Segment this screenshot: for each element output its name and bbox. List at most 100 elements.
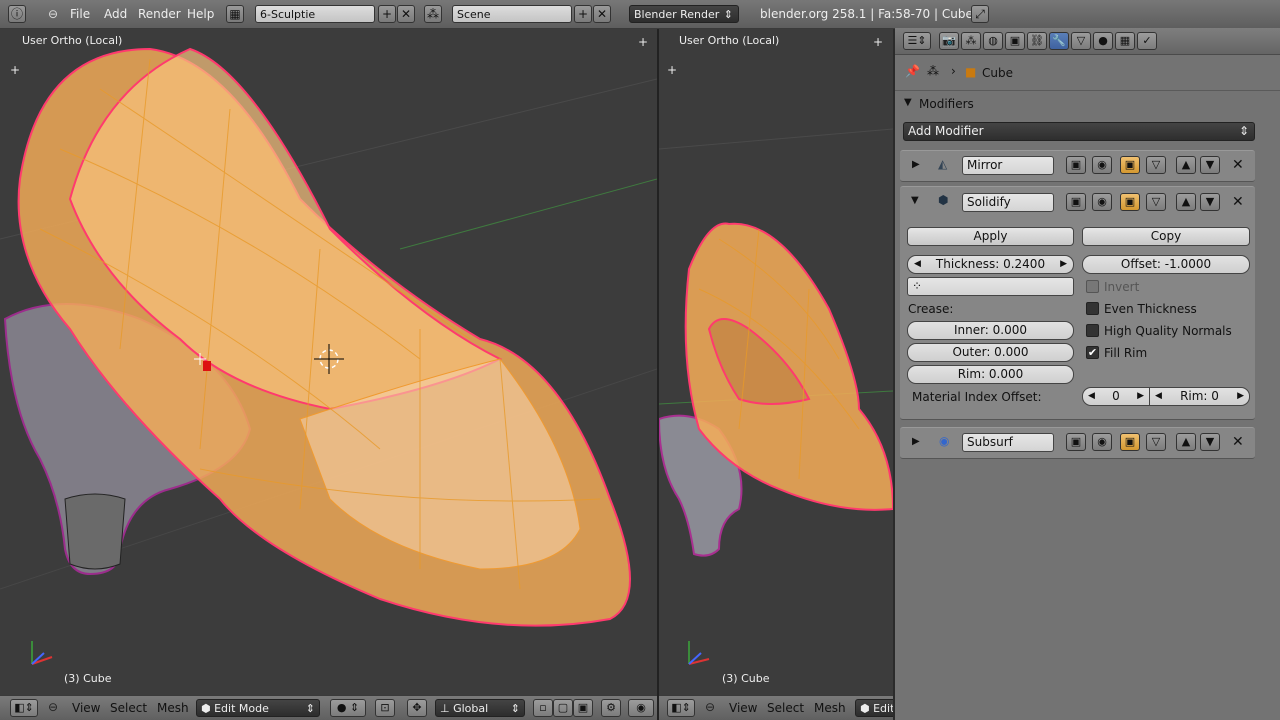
- chevron-right-icon[interactable]: ▶: [1060, 256, 1067, 273]
- viewport-right-canvas[interactable]: [659, 29, 893, 696]
- editor-type-button[interactable]: ◧⇕: [10, 699, 38, 717]
- tab-constraints[interactable]: ⛓: [1027, 32, 1047, 50]
- chevron-left-icon[interactable]: ◀: [914, 256, 921, 273]
- render-toggle[interactable]: ▣: [1066, 433, 1086, 451]
- editor-type-button[interactable]: ⓘ: [8, 5, 26, 23]
- viewport-right[interactable]: User Ortho (Local) + + (3) Cube: [659, 29, 893, 696]
- menu-select[interactable]: Select: [767, 701, 804, 715]
- chevron-left-icon[interactable]: ◀: [1088, 388, 1095, 405]
- move-up-button[interactable]: ▲: [1176, 193, 1196, 211]
- apply-button[interactable]: Apply: [907, 227, 1074, 246]
- material-offset-field[interactable]: ◀ 0 ▶: [1082, 387, 1150, 406]
- thickness-field[interactable]: ◀ Thickness: 0.2400 ▶: [907, 255, 1074, 274]
- crease-outer-field[interactable]: Outer: 0.000: [907, 343, 1074, 362]
- tab-object[interactable]: ▣: [1005, 32, 1025, 50]
- proportional-edit-button[interactable]: ◉: [628, 699, 654, 717]
- viewport-left-plus-icon[interactable]: +: [638, 35, 648, 49]
- pin-icon[interactable]: 📌: [905, 64, 920, 78]
- chevron-right-icon[interactable]: ▶: [1237, 388, 1244, 405]
- editmode-toggle[interactable]: ▣: [1120, 193, 1140, 211]
- tab-physics[interactable]: ✓: [1137, 32, 1157, 50]
- viewport-toggle[interactable]: ◉: [1092, 156, 1112, 174]
- modifier-name-field[interactable]: Solidify: [962, 193, 1054, 212]
- chevron-left-icon[interactable]: ◀: [1155, 388, 1162, 405]
- move-up-button[interactable]: ▲: [1176, 156, 1196, 174]
- screen-layout-field[interactable]: 6-Sculptie: [255, 5, 375, 23]
- render-toggle[interactable]: ▣: [1066, 156, 1086, 174]
- tab-world[interactable]: ◍: [983, 32, 1003, 50]
- viewport-left-canvas[interactable]: [0, 29, 657, 696]
- menu-mesh[interactable]: Mesh: [157, 701, 189, 715]
- mode-select[interactable]: ⬢ Edit: [855, 699, 893, 717]
- shading-select[interactable]: ● ⇕: [330, 699, 366, 717]
- expand-triangle-icon[interactable]: ▶: [912, 159, 920, 170]
- tab-scene[interactable]: ⁂: [961, 32, 981, 50]
- tab-data[interactable]: ▽: [1071, 32, 1091, 50]
- menu-select[interactable]: Select: [110, 701, 147, 715]
- menu-file[interactable]: File: [70, 7, 90, 21]
- remove-modifier-icon[interactable]: ✕: [1232, 194, 1244, 210]
- modifier-name-field[interactable]: Mirror: [962, 156, 1054, 175]
- editmode-toggle[interactable]: ▣: [1120, 433, 1140, 451]
- mode-select[interactable]: ⬢ Edit Mode ⇕: [196, 699, 320, 717]
- menu-view[interactable]: View: [729, 701, 757, 715]
- copy-button[interactable]: Copy: [1082, 227, 1250, 246]
- chevron-right-icon[interactable]: ▶: [1137, 388, 1144, 405]
- viewport-left[interactable]: User Ortho (Local) + + (3) Cube: [0, 29, 657, 696]
- offset-field[interactable]: Offset: -1.0000: [1082, 255, 1250, 274]
- fill-rim-checkbox[interactable]: ✔: [1086, 346, 1099, 359]
- collapse-triangle-icon[interactable]: ▼: [904, 97, 912, 108]
- tab-render[interactable]: 📷: [939, 32, 959, 50]
- crease-inner-field[interactable]: Inner: 0.000: [907, 321, 1074, 340]
- occlude-geometry-button[interactable]: ⚙: [601, 699, 621, 717]
- tab-material[interactable]: ●: [1093, 32, 1113, 50]
- viewport-left-corner-icon[interactable]: +: [10, 63, 20, 77]
- even-thickness-checkbox[interactable]: [1086, 302, 1099, 315]
- move-down-button[interactable]: ▼: [1200, 433, 1220, 451]
- modifiers-section-title[interactable]: Modifiers: [919, 97, 974, 111]
- menu-help[interactable]: Help: [187, 7, 214, 21]
- viewport-toggle[interactable]: ◉: [1092, 193, 1112, 211]
- screen-layout-icon[interactable]: ▦: [226, 5, 244, 23]
- manipulator-toggle[interactable]: ✥: [407, 699, 427, 717]
- cage-toggle[interactable]: ▽: [1146, 193, 1166, 211]
- move-down-button[interactable]: ▼: [1200, 193, 1220, 211]
- tab-modifiers[interactable]: 🔧: [1049, 32, 1069, 50]
- collapse-menu-icon[interactable]: ⊖: [48, 700, 58, 714]
- tab-texture[interactable]: ▦: [1115, 32, 1135, 50]
- menu-add[interactable]: Add: [104, 7, 127, 21]
- remove-screen-button[interactable]: ✕: [397, 5, 415, 23]
- render-engine-select[interactable]: Blender Render ⇕: [629, 5, 739, 23]
- remove-modifier-icon[interactable]: ✕: [1232, 157, 1244, 173]
- remove-scene-button[interactable]: ✕: [593, 5, 611, 23]
- move-up-button[interactable]: ▲: [1176, 433, 1196, 451]
- collapse-triangle-icon[interactable]: ▼: [911, 195, 919, 206]
- viewport-toggle[interactable]: ◉: [1092, 433, 1112, 451]
- cage-toggle[interactable]: ▽: [1146, 156, 1166, 174]
- collapse-menu-icon[interactable]: ⊖: [48, 7, 58, 21]
- scene-icon[interactable]: ⁂: [424, 5, 442, 23]
- pivot-point-button[interactable]: ⊡: [375, 699, 395, 717]
- collapse-menu-icon[interactable]: ⊖: [705, 700, 715, 714]
- move-down-button[interactable]: ▼: [1200, 156, 1220, 174]
- menu-mesh[interactable]: Mesh: [814, 701, 846, 715]
- fullscreen-toggle-button[interactable]: ⤢: [971, 5, 989, 23]
- add-scene-button[interactable]: +: [574, 5, 592, 23]
- add-modifier-select[interactable]: Add Modifier ⇕: [903, 122, 1255, 141]
- modifier-name-field[interactable]: Subsurf: [962, 433, 1054, 452]
- editmode-toggle[interactable]: ▣: [1120, 156, 1140, 174]
- vertex-group-field[interactable]: ⁘: [907, 277, 1074, 296]
- crease-rim-field[interactable]: Rim: 0.000: [907, 365, 1074, 384]
- add-screen-button[interactable]: +: [378, 5, 396, 23]
- face-select-button[interactable]: ▣: [573, 699, 593, 717]
- render-toggle[interactable]: ▣: [1066, 193, 1086, 211]
- edge-select-button[interactable]: ▢: [553, 699, 573, 717]
- expand-triangle-icon[interactable]: ▶: [912, 436, 920, 447]
- menu-view[interactable]: View: [72, 701, 100, 715]
- material-rim-offset-field[interactable]: ◀ Rim: 0 ▶: [1149, 387, 1250, 406]
- invert-checkbox[interactable]: [1086, 280, 1099, 293]
- menu-render[interactable]: Render: [138, 7, 181, 21]
- vertex-select-button[interactable]: ▫: [533, 699, 553, 717]
- scene-field[interactable]: Scene: [452, 5, 572, 23]
- high-quality-normals-checkbox[interactable]: [1086, 324, 1099, 337]
